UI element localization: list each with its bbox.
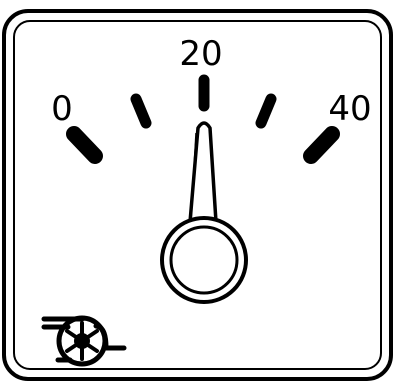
gauge-face: 0 20 40 xyxy=(2,9,393,381)
scale-label-40: 40 xyxy=(328,89,371,129)
turbo-gauge: 0 20 40 xyxy=(0,0,395,383)
scale-label-20: 20 xyxy=(179,34,222,74)
needle-hub xyxy=(160,216,248,304)
scale-label-0: 0 xyxy=(51,89,73,129)
